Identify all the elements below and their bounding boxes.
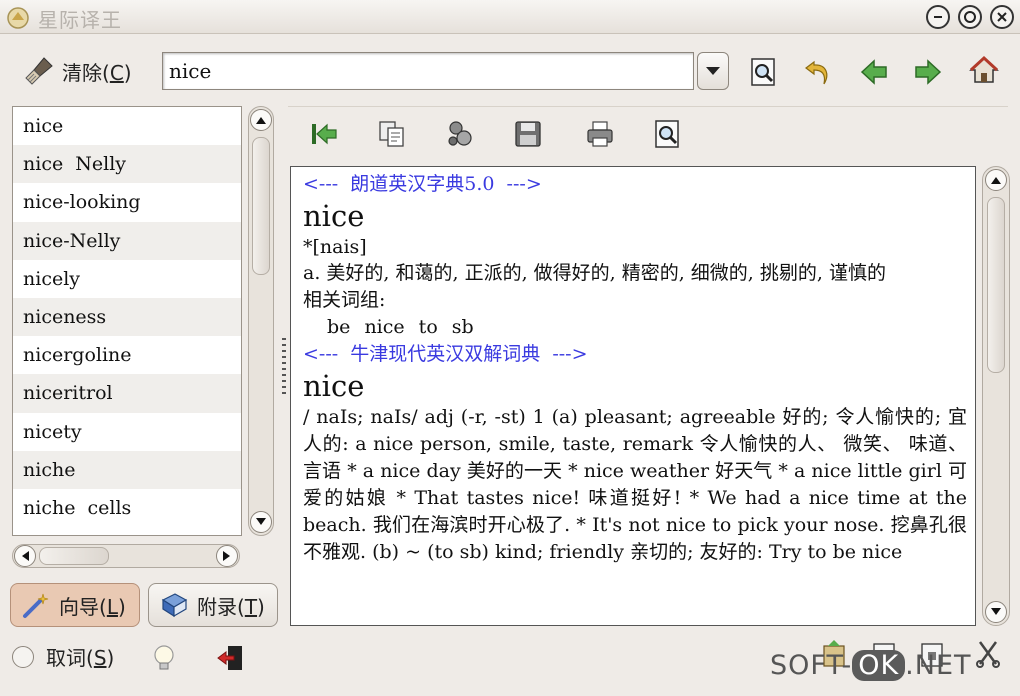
maximize-button[interactable] bbox=[958, 5, 982, 29]
headword: nice bbox=[303, 369, 365, 403]
list-item[interactable]: nice Nelly bbox=[13, 145, 241, 184]
history-dropdown-button[interactable] bbox=[697, 52, 729, 90]
scroll-up-button[interactable] bbox=[985, 169, 1007, 191]
undo-button[interactable] bbox=[800, 54, 836, 90]
list-item[interactable]: niceness bbox=[13, 297, 241, 337]
title-bar: 星际译王 bbox=[0, 0, 1020, 34]
pane-splitter[interactable] bbox=[282, 338, 286, 394]
chevron-up-icon bbox=[991, 177, 1001, 184]
scan-toggle[interactable]: 取词(S) bbox=[12, 642, 114, 671]
scissors-icon bbox=[976, 641, 1000, 668]
find-icon bbox=[751, 58, 775, 86]
pronunciation: *[nais] bbox=[303, 236, 367, 258]
clear-label: 清除(C) bbox=[62, 60, 132, 85]
copy-icon bbox=[379, 121, 404, 147]
undo-icon bbox=[805, 60, 828, 85]
word-list-hscrollbar[interactable] bbox=[12, 544, 240, 568]
jump-to-start-icon bbox=[312, 123, 337, 145]
guide-tab[interactable]: 向导(L) bbox=[10, 583, 140, 627]
headword: nice bbox=[303, 199, 365, 233]
close-icon bbox=[997, 12, 1007, 22]
search-in-text-button[interactable] bbox=[650, 116, 686, 152]
find-button[interactable] bbox=[746, 54, 782, 90]
chevron-down-icon bbox=[256, 518, 266, 525]
dictionary-header[interactable]: <--- 牛津现代英汉双解词典 ---> bbox=[303, 341, 967, 368]
list-item[interactable]: niche cells bbox=[13, 489, 241, 527]
home-icon bbox=[969, 55, 999, 83]
chevron-left-icon bbox=[22, 551, 29, 561]
list-item[interactable]: nicergoline bbox=[13, 336, 241, 374]
hscroll-thumb[interactable] bbox=[39, 547, 109, 565]
app-logo-icon bbox=[7, 7, 29, 29]
definition-scrollbar[interactable] bbox=[982, 166, 1010, 626]
list-item[interactable]: nicely bbox=[13, 260, 241, 298]
forward-button[interactable] bbox=[910, 54, 946, 90]
copy-button[interactable] bbox=[374, 116, 410, 152]
scroll-right-button[interactable] bbox=[216, 545, 238, 567]
related-phrases-label: 相关词组: bbox=[303, 289, 386, 311]
list-item[interactable]: nicety bbox=[13, 413, 241, 451]
exit-door-icon bbox=[217, 646, 242, 670]
pronounce-icon bbox=[448, 121, 472, 146]
back-arrow-icon bbox=[860, 59, 887, 85]
minimize-button[interactable] bbox=[926, 5, 950, 29]
home-button[interactable] bbox=[966, 52, 1002, 88]
chevron-down-icon bbox=[706, 67, 720, 75]
pronounce-button[interactable] bbox=[442, 116, 478, 152]
scroll-thumb[interactable] bbox=[252, 137, 270, 275]
content-toolbar-divider bbox=[288, 106, 1008, 107]
broom-icon bbox=[25, 57, 53, 85]
save-icon bbox=[515, 121, 541, 147]
tools-button[interactable] bbox=[970, 636, 1006, 672]
list-item[interactable]: nice bbox=[13, 107, 241, 145]
window-title: 星际译王 bbox=[38, 8, 122, 32]
scroll-down-button[interactable] bbox=[250, 511, 272, 533]
jump-to-start-button[interactable] bbox=[306, 116, 342, 152]
dictionary-header[interactable]: <--- 朗道英汉字典5.0 ---> bbox=[303, 171, 967, 198]
minimize-icon bbox=[934, 16, 942, 18]
list-item[interactable]: niche bbox=[13, 450, 241, 489]
maximize-icon bbox=[964, 11, 976, 23]
print-button[interactable] bbox=[582, 116, 618, 152]
list-item[interactable]: nice-Nelly bbox=[13, 221, 241, 260]
scan-radio[interactable] bbox=[12, 645, 34, 668]
search-field-wrapper bbox=[162, 52, 694, 90]
chevron-down-icon bbox=[991, 608, 1001, 615]
magic-wand-icon bbox=[23, 593, 49, 618]
scroll-up-button[interactable] bbox=[250, 109, 272, 131]
definition-text: a. 美好的, 和蔼的, 正派的, 做得好的, 精密的, 细微的, 挑剔的, 谨… bbox=[303, 262, 886, 284]
tip-button[interactable] bbox=[146, 640, 182, 676]
list-item[interactable]: nice-looking bbox=[13, 183, 241, 221]
definition-text: / naIs; naIs/ adj (-r, -st) 1 (a) pleasa… bbox=[303, 406, 967, 563]
back-button[interactable] bbox=[856, 54, 892, 90]
scroll-left-button[interactable] bbox=[14, 545, 36, 567]
appendix-tab[interactable]: 附录(T) bbox=[148, 583, 278, 627]
close-button[interactable] bbox=[990, 5, 1014, 29]
quit-button[interactable] bbox=[212, 640, 248, 676]
chevron-up-icon bbox=[256, 117, 266, 124]
word-list-scrollbar[interactable] bbox=[248, 106, 274, 536]
appendix-tab-label: 附录(T) bbox=[197, 594, 265, 619]
related-phrase[interactable]: be nice to sb bbox=[303, 314, 967, 341]
scroll-down-button[interactable] bbox=[985, 601, 1007, 623]
clear-button[interactable]: 清除(C) bbox=[22, 50, 146, 92]
word-list: nice nice Nelly nice-looking nice-Nelly … bbox=[12, 106, 242, 536]
search-in-text-icon bbox=[655, 120, 679, 148]
save-button[interactable] bbox=[510, 116, 546, 152]
scan-label: 取词(S) bbox=[46, 646, 115, 670]
print-icon bbox=[587, 121, 613, 147]
book-icon bbox=[161, 593, 188, 618]
list-item[interactable]: niceritrol bbox=[13, 374, 241, 413]
watermark: SOFT- OK .NET bbox=[770, 650, 972, 681]
guide-tab-label: 向导(L) bbox=[59, 594, 126, 619]
forward-arrow-icon bbox=[915, 59, 942, 85]
scroll-thumb[interactable] bbox=[987, 197, 1005, 373]
definition-pane: <--- 朗道英汉字典5.0 ---> nice *[nais] a. 美好的,… bbox=[290, 166, 976, 626]
search-input[interactable] bbox=[163, 53, 693, 89]
lightbulb-icon bbox=[154, 645, 174, 670]
chevron-right-icon bbox=[223, 551, 230, 561]
